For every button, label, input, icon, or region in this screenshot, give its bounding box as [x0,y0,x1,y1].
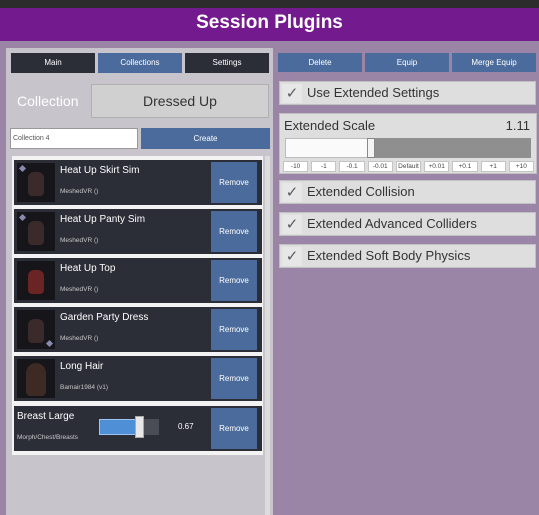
item-thumbnail [17,359,55,398]
checkmark-icon: ✓ [282,183,302,202]
diamond-icon [18,213,27,222]
remove-button[interactable]: Remove [211,260,257,301]
item-title: Long Hair [60,361,104,372]
item-thumbnail [17,212,55,251]
extended-advanced-colliders-toggle[interactable]: ✓ Extended Advanced Colliders [279,212,536,236]
collection-name-input[interactable]: Collection 4 [10,128,138,149]
checkmark-icon: ✓ [282,84,302,103]
remove-button[interactable]: Remove [211,309,257,350]
slider-label: Extended Scale [284,118,376,133]
morph-slider-handle[interactable] [135,416,144,438]
extended-scale-fill [285,138,371,158]
diamond-icon [45,339,54,348]
tab-collections[interactable]: Collections [98,53,182,73]
list-scrollbar[interactable] [265,156,270,515]
toggle-label: Use Extended Settings [307,85,440,100]
checkmark-icon: ✓ [282,215,302,234]
morph-value: 0.67 [178,422,194,431]
create-button[interactable]: Create [141,128,270,149]
step-button-default[interactable]: Default [395,161,422,172]
remove-button[interactable]: Remove [211,211,257,252]
item-creator: MeshedVR () [60,237,99,244]
list-item: Breast Large Morph/Chest/Breasts 0.67 Re… [14,406,262,451]
remove-button[interactable]: Remove [211,358,257,399]
morph-slider[interactable] [99,416,159,438]
tab-main[interactable]: Main [11,53,95,73]
item-thumbnail [17,310,55,349]
item-title: Breast Large [17,411,75,422]
step-button-minus-0-1[interactable]: -0.1 [339,161,365,172]
item-creator: Bamair1984 (v1) [60,384,109,391]
checkmark-icon: ✓ [282,247,302,266]
step-button-plus-0-1[interactable]: +0.1 [452,161,478,172]
equip-button[interactable]: Equip [365,53,449,72]
toggle-label: Extended Advanced Colliders [307,216,477,231]
step-buttons: -10 -1 -0.1 -0.01 Default +0.01 +0.1 +1 … [283,161,534,172]
step-button-minus-1[interactable]: -1 [311,161,337,172]
extended-soft-body-physics-toggle[interactable]: ✓ Extended Soft Body Physics [279,244,536,268]
remove-button[interactable]: Remove [211,162,257,203]
item-creator: MeshedVR () [60,188,99,195]
item-title: Garden Party Dress [60,312,149,323]
item-creator: MeshedVR () [60,335,99,342]
toggle-label: Extended Collision [307,184,415,199]
extended-collision-toggle[interactable]: ✓ Extended Collision [279,180,536,204]
list-item: Heat Up Panty Sim MeshedVR () Remove [14,209,262,254]
page-title: Session Plugins [0,8,539,41]
toggle-label: Extended Soft Body Physics [307,248,471,263]
extended-scale-handle[interactable] [367,138,375,158]
step-button-plus-0-01[interactable]: +0.01 [424,161,450,172]
step-button-plus-1[interactable]: +1 [480,161,506,172]
item-creator: MeshedVR () [60,286,99,293]
item-title: Heat Up Top [60,263,116,274]
item-category: Morph/Chest/Breasts [17,434,79,441]
tab-settings[interactable]: Settings [185,53,269,73]
step-button-minus-10[interactable]: -10 [283,161,309,172]
extended-scale-slider[interactable] [285,138,531,158]
list-item: Heat Up Skirt Sim MeshedVR () Remove [14,160,262,205]
list-item: Long Hair Bamair1984 (v1) Remove [14,356,262,401]
morph-slider-fill [99,419,139,435]
item-thumbnail [17,261,55,300]
step-button-minus-0-01[interactable]: -0.01 [367,161,393,172]
collection-selector[interactable]: Dressed Up [91,84,269,118]
diamond-icon [18,164,27,173]
delete-button[interactable]: Delete [278,53,362,72]
step-button-plus-10[interactable]: +10 [508,161,534,172]
list-item: Garden Party Dress MeshedVR () Remove [14,307,262,352]
use-extended-settings-toggle[interactable]: ✓ Use Extended Settings [279,81,536,105]
list-item: Heat Up Top MeshedVR () Remove [14,258,262,303]
extended-scale-slider-group: Extended Scale 1.11 -10 -1 -0.1 -0.01 De… [279,113,537,174]
remove-button[interactable]: Remove [211,408,257,449]
item-title: Heat Up Panty Sim [60,214,146,225]
slider-value: 1.11 [505,118,530,133]
collection-label: Collection [17,93,79,109]
item-title: Heat Up Skirt Sim [60,165,140,176]
window-top-bar [0,0,539,8]
item-thumbnail [17,163,55,202]
merge-equip-button[interactable]: Merge Equip [452,53,536,72]
